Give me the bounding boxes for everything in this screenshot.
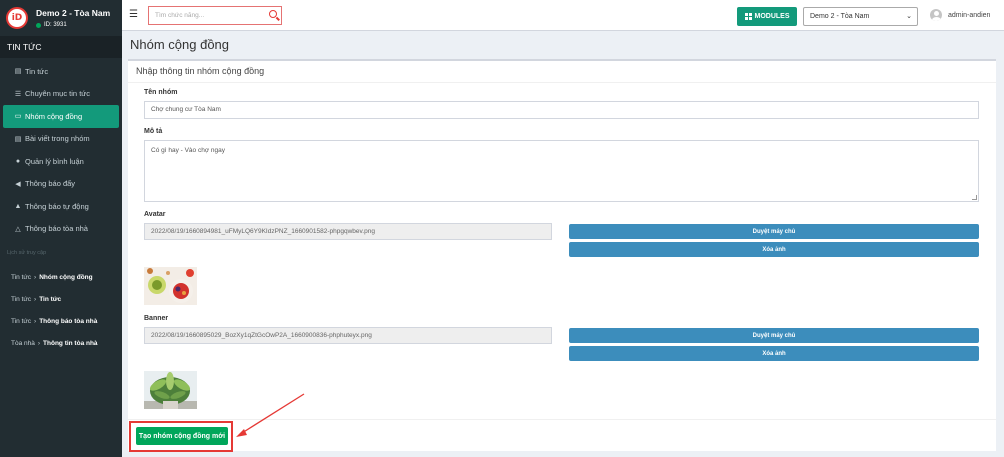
banner-thumbnail [144, 371, 197, 409]
comments-icon: ▭ [14, 113, 22, 121]
chevron-down-icon: ⌄ [906, 13, 912, 20]
chevron-right-icon: › [34, 317, 37, 325]
brand: iD Demo 2 - Tòa Nam ID: 3931 [0, 0, 122, 36]
top-bar: ☰ MODULES Demo 2 - Tòa Nam ⌄ admin-andie… [122, 0, 1004, 31]
card-footer: Tạo nhóm cộng đồng mới [128, 419, 996, 452]
list-icon: ☰ [14, 90, 22, 98]
chevron-right-icon: › [34, 295, 37, 303]
banner-delete-button[interactable]: Xóa ảnh [569, 346, 979, 361]
form-card: Nhập thông tin nhóm cộng đồng Tên nhóm C… [128, 59, 996, 452]
modules-button[interactable]: MODULES [737, 7, 797, 26]
group-name-label: Tên nhóm [144, 89, 178, 96]
sidebar-item-thong-bao-tu-dong[interactable]: ▲ Thông báo tự động [0, 195, 122, 218]
sidebar-menu: ▤ Tin tức ☰ Chuyên mục tin tức ▭ Nhóm cộng … [0, 58, 122, 240]
food-image [144, 267, 197, 305]
resize-handle-icon[interactable] [972, 195, 977, 200]
plant-image [144, 371, 197, 409]
sidebar-item-tin-tuc[interactable]: ▤ Tin tức [0, 60, 122, 83]
user-menu[interactable]: admin-andien [930, 9, 990, 21]
sidebar: iD Demo 2 - Tòa Nam ID: 3931 TIN TỨC ▤ Ti… [0, 0, 122, 457]
sidebar-item-bai-viet[interactable]: ▤ Bài viết trong nhóm [0, 128, 122, 151]
chat-icon: ● [15, 157, 21, 165]
search-box [148, 6, 282, 25]
grid-icon [744, 13, 752, 20]
sidebar-item-chuyen-muc[interactable]: ☰ Chuyên mục tin tức [0, 83, 122, 106]
building-select[interactable]: Demo 2 - Tòa Nam ⌄ [803, 7, 918, 26]
group-name-input[interactable]: Chợ chung cư Tòa Nam [144, 101, 979, 119]
app-logo[interactable]: iD [6, 7, 28, 29]
avatar [930, 9, 942, 21]
history-item[interactable]: Tòa nhà › Thông tin tòa nhà [0, 332, 122, 354]
search-icon[interactable] [269, 10, 277, 18]
brand-name: Demo 2 - Tòa Nam [36, 8, 111, 18]
history-title: Lịch sử truy cập [7, 250, 47, 256]
history-item[interactable]: Tin tức › Tin tức [0, 288, 122, 310]
chevron-right-icon: › [34, 273, 37, 281]
megaphone-icon: ◀ [15, 180, 21, 188]
search-input[interactable] [149, 7, 259, 24]
avatar-path-field: 2022/08/19/1660894981_uFMyLQ6Y9KIdzPNZ_1… [144, 223, 552, 240]
sidebar-item-binh-luan[interactable]: ● Quản lý bình luận [0, 150, 122, 173]
description-label: Mô tả [144, 128, 163, 135]
banner-path-field: 2022/08/19/1660895029_BozXy1qZtGcOwP2A_1… [144, 327, 552, 344]
annotation-highlight-box [129, 421, 233, 452]
avatar-thumbnail [144, 267, 197, 305]
banner-label: Banner [144, 315, 169, 322]
banner-browse-button[interactable]: Duyệt máy chủ [569, 328, 979, 343]
brand-id: ID: 3931 [36, 22, 110, 28]
history-item[interactable]: Tin tức › Thông báo tòa nhà [0, 310, 122, 332]
newspaper-icon: ▤ [14, 68, 22, 76]
sidebar-item-thong-bao-toa-nha[interactable]: △ Thông báo tòa nhà [0, 218, 122, 241]
sidebar-item-thong-bao-day[interactable]: ◀ Thông báo đẩy [0, 173, 122, 196]
bell-outline-icon: △ [15, 225, 21, 233]
avatar-delete-button[interactable]: Xóa ảnh [569, 242, 979, 257]
sidebar-item-nhom-cong-dong[interactable]: ▭ Nhóm cộng đồng [3, 105, 119, 128]
history-item[interactable]: Tin tức › Nhóm cộng đồng [0, 266, 122, 288]
chevron-right-icon: › [37, 339, 41, 347]
username: admin-andien [948, 11, 991, 19]
avatar-label: Avatar [144, 211, 166, 218]
online-dot-icon [36, 22, 41, 28]
card-title: Nhập thông tin nhóm cộng đồng [128, 61, 996, 83]
avatar-browse-button[interactable]: Duyệt máy chủ [569, 224, 979, 239]
sidebar-section-title: TIN TỨC [0, 36, 122, 58]
page-title: Nhóm cộng đồng [130, 37, 230, 52]
description-textarea[interactable]: Có gì hay - Vào chợ ngay [144, 140, 979, 202]
bell-icon: ▲ [14, 202, 22, 210]
article-icon: ▤ [14, 135, 22, 143]
hamburger-menu-icon[interactable]: ☰ [129, 9, 138, 20]
